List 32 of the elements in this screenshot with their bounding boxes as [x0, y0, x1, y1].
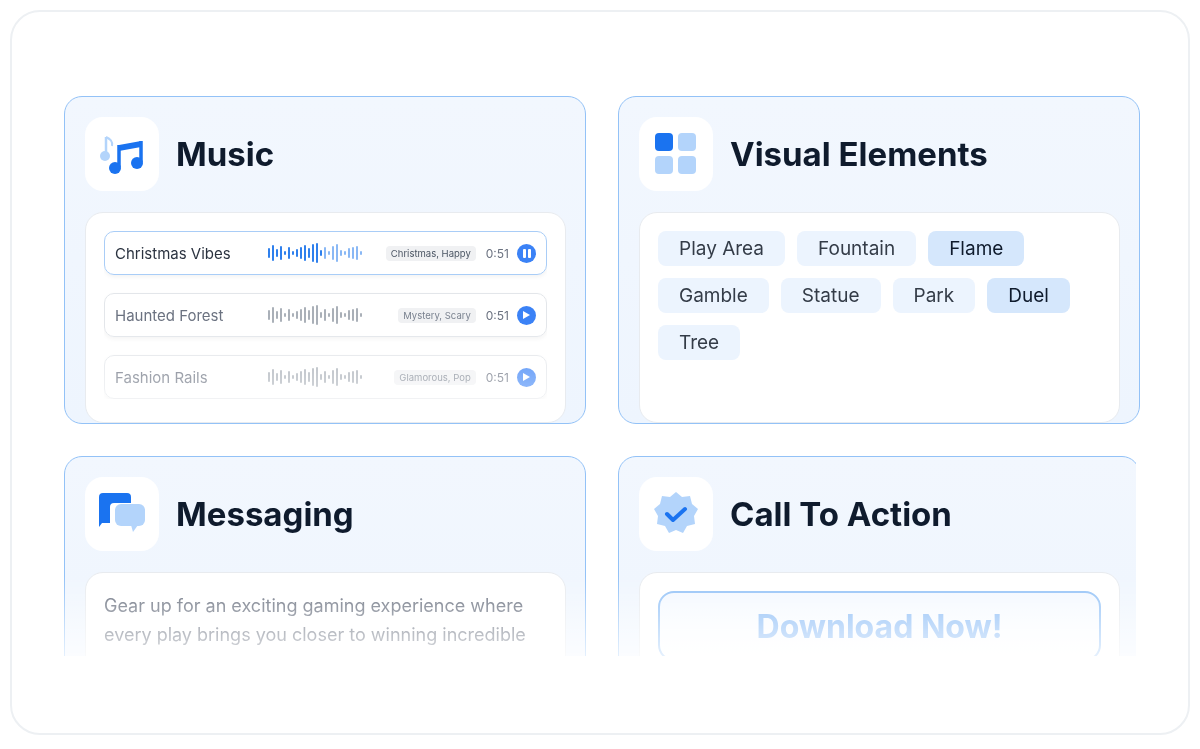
- track-duration: 0:51: [485, 369, 509, 385]
- track-tags: Mystery, Scary: [398, 307, 476, 323]
- play-icon: [523, 373, 530, 381]
- pause-button[interactable]: [517, 243, 536, 263]
- card-title: Music: [176, 134, 275, 174]
- grid-icon: [655, 133, 697, 175]
- card-title: Call To Action: [730, 494, 952, 534]
- element-chip[interactable]: Duel: [987, 278, 1070, 313]
- element-chip[interactable]: Statue: [780, 278, 881, 313]
- play-button[interactable]: [517, 305, 536, 325]
- music-notes-icon: [100, 133, 144, 175]
- play-button[interactable]: [517, 367, 536, 387]
- track-duration: 0:51: [485, 245, 509, 261]
- element-chip[interactable]: Fountain: [797, 231, 917, 266]
- element-chip[interactable]: Flame: [928, 231, 1025, 266]
- track-name: Fashion Rails: [115, 367, 209, 387]
- message-text: Gear up for an exciting gaming experience where every play brings you closer to winning incredible: [104, 594, 527, 647]
- track-duration: 0:51: [485, 307, 509, 323]
- pause-icon: [522, 248, 531, 258]
- track-row[interactable]: Haunted Forest Mystery, Scary 0:51: [104, 293, 547, 337]
- element-chip[interactable]: Gamble: [658, 278, 769, 313]
- card-title: Visual Elements: [730, 134, 988, 174]
- element-chip[interactable]: Play Area: [658, 231, 786, 266]
- track-name: Haunted Forest: [115, 305, 225, 325]
- track-name: Christmas Vibes: [115, 243, 232, 263]
- card-title: Messaging: [176, 494, 354, 534]
- play-icon: [523, 311, 530, 319]
- track-tags: Christmas, Happy: [385, 245, 476, 261]
- track-tags: Glamorous, Pop: [394, 369, 476, 385]
- element-chip[interactable]: Tree: [658, 325, 741, 360]
- track-row[interactable]: Christmas Vibes Christmas, Happy 0:51: [104, 231, 547, 275]
- element-chip[interactable]: Park: [892, 278, 976, 313]
